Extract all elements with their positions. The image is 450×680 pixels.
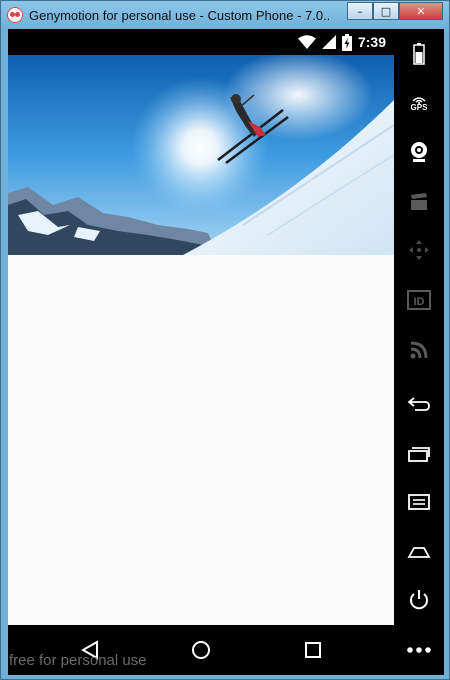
personal-use-watermark: free for personal use	[9, 652, 147, 669]
toolbar-gps-button[interactable]: GPS	[404, 89, 434, 119]
toolbar-power-button[interactable]	[404, 585, 434, 615]
recent-apps-icon	[408, 447, 430, 462]
home-circle-icon	[192, 641, 210, 659]
genymotion-app-icon	[7, 7, 23, 23]
toolbar-back-button[interactable]	[404, 389, 434, 419]
window-title: Genymotion for personal use - Custom Pho…	[29, 7, 329, 23]
battery-icon	[413, 43, 425, 65]
close-button[interactable]: ✕	[399, 2, 443, 20]
toolbar-battery-button[interactable]	[404, 39, 434, 69]
id-label: ID	[414, 296, 425, 308]
toolbar-menu-button[interactable]	[404, 487, 434, 517]
genymotion-toolbar: GPS ID	[394, 29, 444, 675]
toolbar-webcam-button[interactable]	[404, 137, 434, 167]
skier-hero-image	[8, 55, 394, 255]
nav-home-button[interactable]	[186, 635, 216, 665]
toolbar-recent-apps-button[interactable]	[404, 439, 434, 469]
window-controls: – □ ✕	[347, 2, 443, 20]
power-icon	[410, 590, 428, 610]
nav-recents-button[interactable]	[298, 635, 328, 665]
toolbar-home-button[interactable]	[404, 537, 434, 567]
emulator-window: Genymotion for personal use - Custom Pho…	[0, 0, 450, 680]
more-dots-icon	[407, 647, 431, 653]
rss-icon	[410, 341, 428, 359]
phone-display: 7:39 free for personal use GPS ID	[8, 29, 444, 675]
status-clock: 7:39	[357, 34, 386, 50]
minimize-button[interactable]: –	[347, 2, 373, 20]
id-card-icon: ID	[407, 290, 431, 310]
toolbar-capture-button[interactable]	[404, 187, 434, 217]
android-status-bar: 7:39	[8, 29, 394, 55]
cell-signal-icon	[321, 35, 336, 49]
maximize-button[interactable]: □	[373, 2, 399, 20]
app-screen[interactable]	[8, 55, 394, 625]
skier-photo	[8, 55, 394, 255]
back-arrow-icon	[407, 397, 430, 411]
webcam-icon	[411, 142, 427, 162]
status-icons: 7:39	[297, 32, 386, 52]
home-icon	[407, 547, 431, 558]
window-titlebar[interactable]: Genymotion for personal use - Custom Pho…	[1, 1, 449, 29]
gps-label: GPS	[410, 103, 428, 112]
recents-square-icon	[305, 642, 321, 658]
toolbar-more-button[interactable]	[404, 635, 434, 665]
toolbar-dpad-button[interactable]	[404, 235, 434, 265]
toolbar-identifiers-button[interactable]: ID	[404, 285, 434, 315]
clapperboard-icon	[411, 193, 427, 210]
battery-icon	[341, 33, 352, 51]
wifi-icon	[297, 35, 316, 49]
menu-icon	[408, 494, 430, 510]
toolbar-network-button[interactable]	[404, 335, 434, 365]
dpad-icon	[409, 240, 429, 260]
